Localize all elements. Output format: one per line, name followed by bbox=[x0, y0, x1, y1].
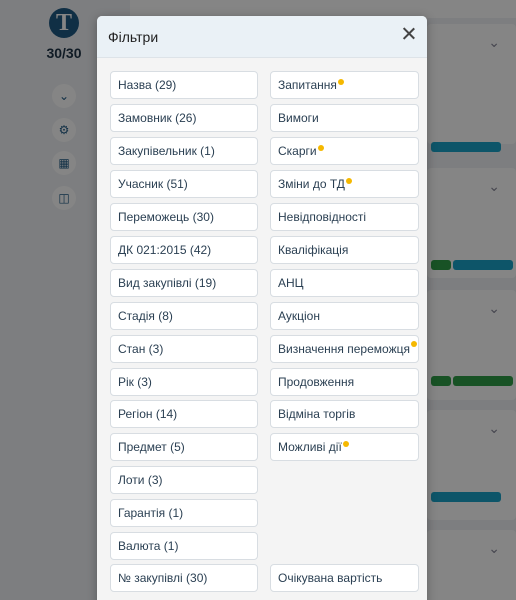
filter-label: ДК 021:2015 (42) bbox=[118, 243, 212, 257]
filter-label: Відміна торгів bbox=[278, 407, 356, 421]
filter-label: Валюта (1) bbox=[118, 539, 179, 553]
filter-label: Регіон (14) bbox=[118, 407, 178, 421]
filter-auction[interactable]: Аукціон bbox=[270, 302, 419, 330]
filter-label: Учасник (51) bbox=[118, 177, 188, 191]
filter-label: Лоти (3) bbox=[118, 473, 163, 487]
filter-label: Стадія (8) bbox=[118, 309, 173, 323]
filter-procurement-type[interactable]: Вид закупівлі (19) bbox=[110, 269, 258, 297]
filter-guarantee[interactable]: Гарантія (1) bbox=[110, 499, 258, 527]
filter-label: Продовження bbox=[278, 375, 355, 389]
filter-procurer[interactable]: Закупівельник (1) bbox=[110, 137, 258, 165]
filter-year[interactable]: Рік (3) bbox=[110, 368, 258, 396]
filter-tender-changes[interactable]: Зміни до ТД bbox=[270, 170, 419, 198]
filter-label: Зміни до ТД bbox=[278, 177, 345, 191]
filter-possible-actions[interactable]: Можливі дії bbox=[270, 433, 419, 461]
filter-name[interactable]: Назва (29) bbox=[110, 71, 258, 99]
filter-label: Вимоги bbox=[278, 111, 319, 125]
filter-label: Можливі дії bbox=[278, 440, 342, 454]
filter-label: Невідповідності bbox=[278, 210, 367, 224]
filter-label: Закупівельник (1) bbox=[118, 144, 215, 158]
filter-label: Замовник (26) bbox=[118, 111, 197, 125]
filter-winner[interactable]: Переможець (30) bbox=[110, 203, 258, 231]
filter-qualification[interactable]: Кваліфікація bbox=[270, 236, 419, 264]
filter-label: Предмет (5) bbox=[118, 440, 185, 454]
filter-winner-determination[interactable]: Визначення переможця bbox=[270, 335, 419, 363]
modal-header: Фільтри bbox=[97, 16, 427, 58]
filter-label: Визначення переможця bbox=[278, 342, 410, 356]
filter-dk021[interactable]: ДК 021:2015 (42) bbox=[110, 236, 258, 264]
filter-label: Стан (3) bbox=[118, 342, 164, 356]
filter-participant[interactable]: Учасник (51) bbox=[110, 170, 258, 198]
filter-subject[interactable]: Предмет (5) bbox=[110, 433, 258, 461]
filter-extension[interactable]: Продовження bbox=[270, 368, 419, 396]
indicator-dot bbox=[337, 79, 344, 85]
filter-stage[interactable]: Стадія (8) bbox=[110, 302, 258, 330]
indicator-dot bbox=[345, 178, 352, 184]
filter-complaints[interactable]: Скарги bbox=[270, 137, 419, 165]
filter-label: Вид закупівлі (19) bbox=[118, 276, 217, 290]
indicator-dot bbox=[342, 441, 349, 447]
filter-region[interactable]: Регіон (14) bbox=[110, 400, 258, 428]
filter-label: Рік (3) bbox=[118, 375, 152, 389]
filter-label: Скарги bbox=[278, 144, 317, 158]
filter-nonconformities[interactable]: Невідповідності bbox=[270, 203, 419, 231]
filters-modal: Фільтри Назва (29) Замовник (26) Закупів… bbox=[97, 16, 427, 600]
indicator-dot bbox=[317, 145, 324, 151]
filter-questions[interactable]: Запитання bbox=[270, 71, 419, 99]
filter-customer[interactable]: Замовник (26) bbox=[110, 104, 258, 132]
indicator-dot bbox=[410, 341, 417, 347]
filter-label: Кваліфікація bbox=[278, 243, 349, 257]
filter-label: АНЦ bbox=[278, 276, 304, 290]
filter-label: Очікувана вартість bbox=[278, 571, 383, 585]
close-icon[interactable] bbox=[399, 24, 419, 44]
filter-requirements[interactable]: Вимоги bbox=[270, 104, 419, 132]
filter-status[interactable]: Стан (3) bbox=[110, 335, 258, 363]
filter-label: Назва (29) bbox=[118, 78, 177, 92]
filter-label: Аукціон bbox=[278, 309, 320, 323]
filter-currency[interactable]: Валюта (1) bbox=[110, 532, 258, 560]
filter-lots[interactable]: Лоти (3) bbox=[110, 466, 258, 494]
filter-label: Запитання bbox=[278, 78, 337, 92]
filter-procurement-number[interactable]: № закупівлі (30) bbox=[110, 564, 258, 592]
filter-expected-value[interactable]: Очікувана вартість bbox=[270, 564, 419, 592]
filter-abnormally-low-price[interactable]: АНЦ bbox=[270, 269, 419, 297]
filter-label: Переможець (30) bbox=[118, 210, 214, 224]
filter-label: № закупівлі (30) bbox=[118, 571, 208, 585]
filter-label: Гарантія (1) bbox=[118, 506, 184, 520]
filter-tender-cancellation[interactable]: Відміна торгів bbox=[270, 400, 419, 428]
modal-title: Фільтри bbox=[108, 29, 159, 45]
